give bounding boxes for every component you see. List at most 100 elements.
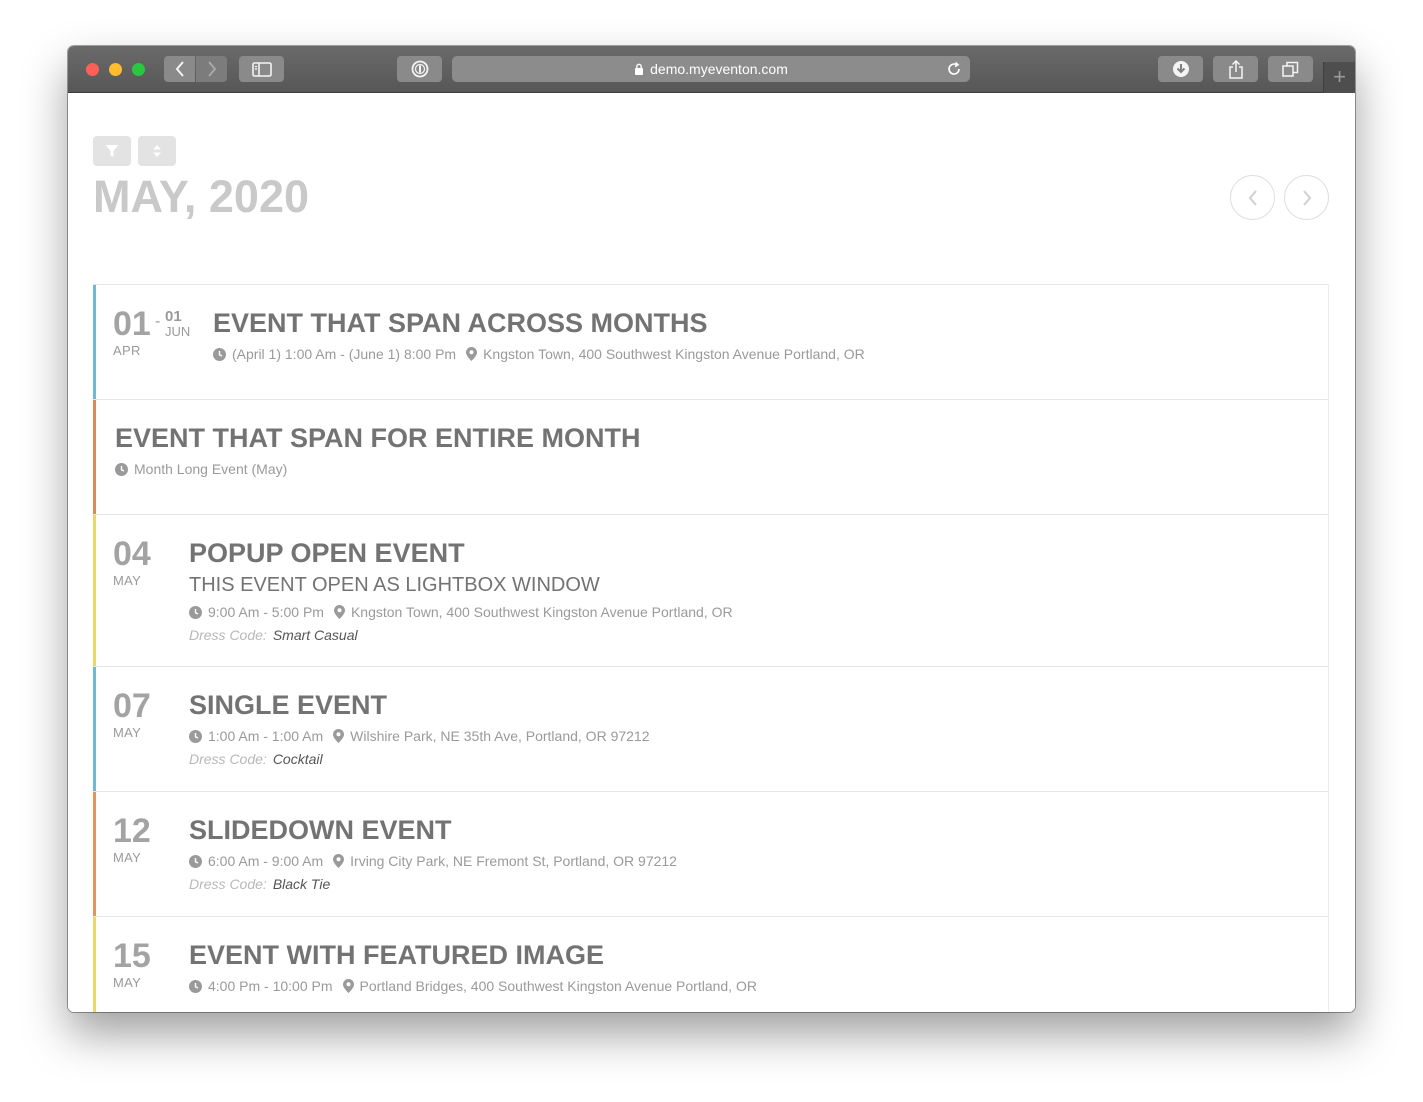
chevron-right-icon	[207, 61, 216, 77]
dress-code-value: Black Tie	[272, 876, 331, 892]
event-end-day: 01	[165, 308, 182, 325]
filter-icon	[105, 145, 119, 157]
event-time: 1:00 Am - 1:00 Am	[208, 728, 324, 744]
month-title: MAY, 2020	[93, 171, 309, 222]
sort-button[interactable]	[138, 136, 176, 166]
event-title[interactable]: POPUP OPEN EVENT	[189, 537, 733, 569]
event-date: 01 APR - 01 JUN	[113, 305, 190, 358]
event-location: Kngston Town, 400 Southwest Kingston Ave…	[350, 604, 733, 620]
chevron-left-icon	[175, 61, 184, 77]
event-month: MAY	[113, 850, 142, 865]
sidebar-icon	[251, 61, 272, 77]
clock-icon	[189, 729, 202, 743]
dress-code-value: Smart Casual	[272, 627, 358, 643]
event-row[interactable]: EVENT THAT SPAN FOR ENTIRE MONTH Month L…	[93, 399, 1329, 514]
dress-code-label: Dress Code:	[189, 876, 267, 892]
url-text: demo.myeventon.com	[650, 61, 788, 77]
downloads-button[interactable]	[1158, 56, 1203, 82]
event-meta: 6:00 Am - 9:00 Am Irving City Park, NE F…	[189, 852, 677, 870]
event-time: Month Long Event (May)	[134, 461, 288, 477]
previous-month-button[interactable]	[1230, 175, 1275, 220]
event-meta: Month Long Event (May)	[115, 460, 641, 478]
zoom-window-button[interactable]	[132, 63, 145, 76]
download-icon	[1172, 61, 1189, 77]
page-content: MAY, 2020 01 APR - 01 JUN EVENT THAT SPA…	[68, 93, 1355, 1012]
event-date: 15 MAY	[113, 939, 151, 990]
close-window-button[interactable]	[86, 63, 99, 76]
event-info: POPUP OPEN EVENT THIS EVENT OPEN AS LIGH…	[189, 537, 733, 643]
event-row[interactable]: 15 MAY EVENT WITH FEATURED IMAGE 4:00 Pm…	[93, 916, 1329, 1012]
event-color-bar	[93, 667, 96, 791]
event-info: SINGLE EVENT 1:00 Am - 1:00 Am Wilshire …	[189, 689, 650, 767]
event-location: Wilshire Park, NE 35th Ave, Portland, OR…	[350, 728, 650, 744]
event-title[interactable]: SINGLE EVENT	[189, 689, 650, 721]
event-info: EVENT THAT SPAN FOR ENTIRE MONTH Month L…	[115, 422, 641, 478]
map-pin-icon	[466, 347, 478, 361]
share-icon	[1228, 59, 1243, 79]
event-subtitle: THIS EVENT OPEN AS LIGHTBOX WINDOW	[189, 574, 600, 596]
event-location: Irving City Park, NE Fremont St, Portlan…	[350, 853, 677, 869]
event-date: 07 MAY	[113, 689, 151, 740]
address-bar[interactable]: demo.myeventon.com	[452, 56, 970, 82]
lock-icon	[634, 63, 644, 75]
sidebar-toggle-button[interactable]	[239, 56, 284, 82]
forward-button[interactable]	[196, 56, 227, 82]
event-month: APR	[113, 343, 141, 358]
dress-code: Dress Code: Cocktail	[189, 751, 650, 767]
back-button[interactable]	[164, 56, 195, 82]
event-title[interactable]: EVENT THAT SPAN ACROSS MONTHS	[213, 307, 865, 339]
event-time: (April 1) 1:00 Am - (June 1) 8:00 Pm	[232, 346, 457, 362]
event-title[interactable]: SLIDEDOWN EVENT	[189, 814, 677, 846]
event-meta: 1:00 Am - 1:00 Am Wilshire Park, NE 35th…	[189, 727, 650, 745]
browser-toolbar: demo.myeventon.com +	[68, 46, 1355, 93]
date-range-separator: -	[155, 313, 161, 330]
next-month-button[interactable]	[1284, 175, 1329, 220]
event-meta: 4:00 Pm - 10:00 Pm Portland Bridges, 400…	[189, 977, 757, 995]
event-end-month: JUN	[165, 324, 191, 339]
map-pin-icon	[342, 979, 354, 993]
event-title[interactable]: EVENT WITH FEATURED IMAGE	[189, 939, 757, 971]
minimize-window-button[interactable]	[109, 63, 122, 76]
dress-code-label: Dress Code:	[189, 627, 267, 643]
chevron-right-icon	[1302, 189, 1311, 206]
event-time: 9:00 Am - 5:00 Pm	[208, 604, 324, 620]
event-day: 04	[113, 535, 151, 573]
dress-code-label: Dress Code:	[189, 751, 267, 767]
event-info: EVENT THAT SPAN ACROSS MONTHS (April 1) …	[213, 307, 865, 363]
event-info: EVENT WITH FEATURED IMAGE 4:00 Pm - 10:0…	[189, 939, 757, 995]
event-info: SLIDEDOWN EVENT 6:00 Am - 9:00 Am Irving…	[189, 814, 677, 892]
password-manager-icon	[411, 60, 428, 78]
event-row[interactable]: 01 APR - 01 JUN EVENT THAT SPAN ACROSS M…	[93, 284, 1329, 399]
event-month: MAY	[113, 725, 142, 740]
map-pin-icon	[333, 605, 345, 619]
tabs-icon	[1282, 61, 1299, 77]
dress-code-value: Cocktail	[272, 751, 323, 767]
event-location: Kngston Town, 400 Southwest Kingston Ave…	[483, 346, 865, 362]
event-color-bar	[93, 285, 96, 399]
event-color-bar	[93, 515, 96, 666]
dress-code: Dress Code: Black Tie	[189, 876, 677, 892]
event-color-bar	[93, 400, 96, 514]
clock-icon	[189, 605, 202, 619]
reload-icon[interactable]	[946, 61, 962, 80]
tab-overview-button[interactable]	[1268, 56, 1313, 82]
password-manager-button[interactable]	[397, 56, 442, 82]
event-row[interactable]: 12 MAY SLIDEDOWN EVENT 6:00 Am - 9:00 Am…	[93, 791, 1329, 916]
event-day: 01	[113, 305, 151, 343]
clock-icon	[189, 979, 202, 993]
new-tab-button[interactable]: +	[1323, 62, 1355, 93]
event-day: 12	[113, 812, 151, 850]
event-row[interactable]: 04 MAY POPUP OPEN EVENT THIS EVENT OPEN …	[93, 514, 1329, 666]
event-time: 6:00 Am - 9:00 Am	[208, 853, 324, 869]
event-date: 04 MAY	[113, 537, 151, 588]
event-title[interactable]: EVENT THAT SPAN FOR ENTIRE MONTH	[115, 422, 641, 454]
share-button[interactable]	[1213, 56, 1258, 82]
event-location: Portland Bridges, 400 Southwest Kingston…	[359, 978, 757, 994]
event-color-bar	[93, 792, 96, 916]
event-meta: (April 1) 1:00 Am - (June 1) 8:00 Pm Kng…	[213, 345, 865, 363]
event-month: MAY	[113, 573, 142, 588]
event-row[interactable]: 07 MAY SINGLE EVENT 1:00 Am - 1:00 Am Wi…	[93, 666, 1329, 791]
map-pin-icon	[333, 729, 345, 743]
event-day: 15	[113, 937, 151, 975]
filter-button[interactable]	[93, 136, 131, 166]
